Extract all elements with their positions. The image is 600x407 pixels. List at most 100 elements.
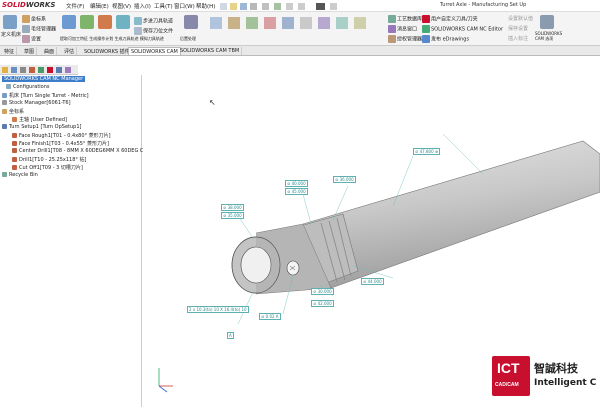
stock-manager-button[interactable]: 毛坯管理器 bbox=[22, 25, 56, 33]
license-manager-button[interactable]: 授权管理器 bbox=[388, 35, 422, 43]
operation-plan-icon[interactable] bbox=[80, 15, 94, 29]
tree-label: 坐标系 bbox=[9, 109, 25, 115]
dim-diameter-6[interactable]: ⊘ 36.000 bbox=[333, 176, 356, 183]
save-cl-button[interactable]: 保存刀位文件 bbox=[134, 27, 173, 35]
ribbon-tool-icons[interactable] bbox=[208, 15, 368, 43]
user-tool-button[interactable]: 用户自定义刀具/刀夹 bbox=[422, 15, 478, 23]
tech-db-button[interactable]: 工艺数据库 bbox=[388, 15, 422, 23]
edrawings-label: 发布 eDrawings bbox=[431, 36, 470, 43]
coordinate-icon bbox=[2, 109, 7, 114]
stock-icon bbox=[22, 25, 30, 33]
tree-label: Face Rough1[T01 - 0.4x80° 菱形刀片] bbox=[19, 133, 111, 139]
manager-tab-icons[interactable] bbox=[0, 65, 78, 75]
ict-watermark: ICT CAD/CAM 智誠科技 Intelligent C bbox=[490, 352, 600, 407]
menu-file[interactable]: 文件(F) bbox=[66, 2, 84, 10]
logo-main: SOLID bbox=[2, 1, 26, 9]
dim-diameter-8[interactable]: ⊘ 44.000 bbox=[361, 278, 384, 285]
config-icon bbox=[6, 84, 11, 89]
machine-icon bbox=[2, 93, 7, 98]
dim-thread-callout[interactable]: 2 x 10.3(to) 10 X 16.4(to) 10 bbox=[187, 306, 249, 313]
step-toolpath-button[interactable]: 步进刀具轨迹 bbox=[134, 17, 173, 25]
tree-item-recycle-bin[interactable]: Recycle Bin bbox=[2, 172, 38, 178]
tree-item-machine[interactable]: 机床 [Turn Single Turret - Metric] bbox=[2, 92, 89, 99]
tree-item-drill[interactable]: Drill1[T10 - 25.25x118° 钻] bbox=[12, 156, 86, 163]
simulate-label[interactable]: 模拟刀具轨迹 bbox=[140, 36, 164, 41]
spindle-icon bbox=[12, 117, 17, 122]
tree-item-setup[interactable]: Turn Setup1 [Turn OpSetup1] bbox=[2, 124, 81, 130]
plan-label[interactable]: 生成操作计划 bbox=[89, 36, 113, 41]
menu-view[interactable]: 视图(V) bbox=[112, 2, 131, 10]
operation-icon bbox=[12, 148, 17, 153]
step-icon bbox=[134, 17, 142, 25]
menu-tools[interactable]: 工具(T) bbox=[154, 2, 173, 10]
extract-features-icon[interactable] bbox=[62, 15, 76, 29]
simulate-icon[interactable] bbox=[116, 15, 130, 29]
tree-root[interactable]: SOLIDWORKS CAM NC Manager bbox=[2, 76, 86, 82]
extract-label[interactable]: 提取可加工特征 bbox=[60, 36, 88, 41]
dim-diameter-7[interactable]: ⊘ 30.000 bbox=[311, 288, 334, 295]
dim-diameter-2[interactable]: ⊘ 40.000 bbox=[285, 180, 308, 187]
menu-edit[interactable]: 编辑(E) bbox=[90, 2, 109, 10]
geometric-tolerance[interactable]: ⊘ 0.02 A bbox=[259, 313, 281, 320]
tree-item-configurations[interactable]: Configurations bbox=[6, 84, 50, 90]
tree-item-center-drill[interactable]: Center Drill1[T08 - 8MM X 60DEG6MM X 60D… bbox=[12, 148, 150, 154]
tab-features[interactable]: 特征 bbox=[2, 47, 18, 55]
tab-addins[interactable]: SOLIDWORKS 插件 bbox=[82, 47, 133, 55]
datum-a[interactable]: A bbox=[227, 332, 234, 339]
define-machine-icon[interactable] bbox=[3, 15, 17, 29]
tree-item-stock[interactable]: Stock Manager[6061-T6] bbox=[2, 100, 71, 106]
tab-solidworks-cam-tbm[interactable]: SOLIDWORKS CAM TBM bbox=[178, 47, 243, 55]
message-window-button[interactable]: 消息窗口 bbox=[388, 25, 417, 33]
tab-sketch[interactable]: 草图 bbox=[22, 47, 38, 55]
brand-name-en: Intelligent C bbox=[534, 378, 597, 388]
dim-diameter-3[interactable]: ⊘ 45.000 bbox=[285, 188, 308, 195]
dim-diameter-5[interactable]: ⊘ 35.000 bbox=[221, 212, 244, 219]
edrawings-icon bbox=[422, 35, 430, 43]
setup-button[interactable]: 设置 bbox=[22, 35, 41, 43]
insert-annotation-button[interactable]: 插入标注 bbox=[508, 35, 528, 42]
edrawings-button[interactable]: 发布 eDrawings bbox=[422, 35, 469, 43]
define-machine-label[interactable]: 定义机床 bbox=[1, 31, 21, 38]
set-defaults-button[interactable]: 设置默认值 bbox=[508, 15, 533, 22]
menu-window[interactable]: 窗口(W) bbox=[174, 2, 195, 10]
tree-item-coordinate[interactable]: 坐标系 bbox=[2, 108, 24, 115]
nc-editor-label: SOLIDWORKS CAM NC Editor bbox=[431, 26, 504, 33]
operation-icon bbox=[12, 141, 17, 146]
step-label: 步进刀具轨迹 bbox=[143, 18, 174, 25]
save-cl-label: 保存刀位文件 bbox=[143, 28, 174, 35]
toolpath-icon[interactable] bbox=[98, 15, 112, 29]
ict-logo-bottom: CAD/CAM bbox=[495, 382, 519, 388]
generate-label[interactable]: 生成刀具轨迹 bbox=[115, 36, 139, 41]
tab-surface[interactable]: 曲面 bbox=[42, 47, 58, 55]
menu-insert[interactable]: 插入(I) bbox=[134, 2, 151, 10]
bore-edge bbox=[240, 246, 272, 284]
cam-options-label[interactable]: SOLIDWORKS CAM 选项 bbox=[535, 31, 563, 42]
dim-diameter-9[interactable]: ⊘ 42.000 bbox=[311, 300, 334, 307]
solidworks-logo[interactable]: SOLIDWORKS bbox=[2, 1, 55, 9]
quick-access-toolbar[interactable] bbox=[220, 2, 350, 11]
message-icon bbox=[388, 25, 396, 33]
tree-item-spindle[interactable]: 主轴 [User Defined] bbox=[12, 116, 67, 123]
recycle-bin-icon bbox=[2, 172, 7, 177]
tab-evaluate[interactable]: 评估 bbox=[62, 47, 78, 55]
post-process-icon[interactable] bbox=[184, 15, 198, 29]
post-process-label[interactable]: 后置处理 bbox=[180, 36, 196, 42]
dim-diameter-4[interactable]: ⊘ 38.000 bbox=[221, 204, 244, 211]
license-icon bbox=[388, 35, 396, 43]
mouse-cursor: ↖ bbox=[209, 98, 216, 107]
coordinate-system-button[interactable]: 坐标系 bbox=[22, 15, 46, 23]
cross-hole[interactable] bbox=[286, 260, 300, 276]
triad-axes bbox=[158, 368, 173, 393]
setup-icon bbox=[22, 35, 30, 43]
tree-item-face-rough[interactable]: Face Rough1[T01 - 0.4x80° 菱形刀片] bbox=[12, 132, 111, 139]
tree-item-face-finish[interactable]: Face Finish1[T03 - 0.4x55° 菱形刀片] bbox=[12, 140, 109, 147]
save-settings-button[interactable]: 保存设置 bbox=[508, 25, 528, 32]
tab-solidworks-cam[interactable]: SOLIDWORKS CAM bbox=[128, 47, 181, 55]
dim-diameter-1[interactable]: ⊘ 47.800 ⊕ bbox=[413, 148, 441, 155]
cam-options-icon[interactable] bbox=[540, 15, 554, 29]
cam-feature-tree: SOLIDWORKS CAM NC Manager Configurations… bbox=[0, 75, 150, 407]
nc-editor-button[interactable]: SOLIDWORKS CAM NC Editor bbox=[422, 25, 503, 33]
tree-item-cut-off[interactable]: Cut Off1[T09 - 3 切槽刀片] bbox=[12, 164, 83, 171]
tool-icon bbox=[422, 15, 430, 23]
menu-help[interactable]: 帮助(H) bbox=[196, 2, 215, 10]
